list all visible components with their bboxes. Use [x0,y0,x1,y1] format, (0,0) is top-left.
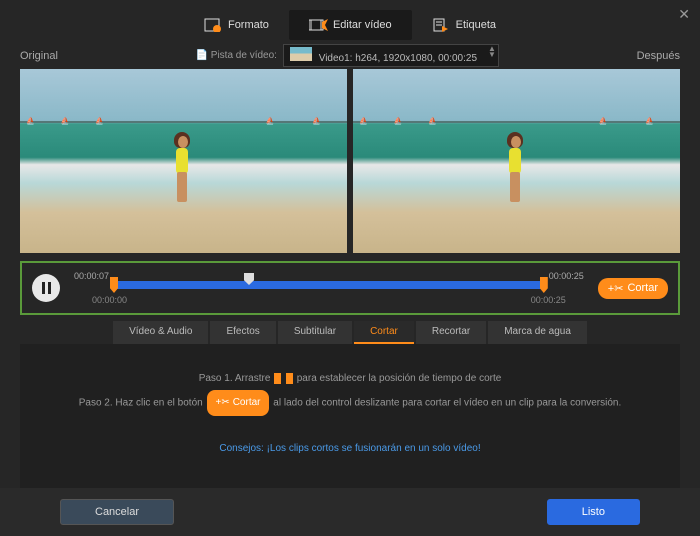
time-end-sel: 00:00:25 [549,271,584,281]
after-label: Después [637,50,680,62]
pause-icon [42,282,51,294]
scissors-icon: +✂ [608,282,624,295]
instructions-panel: Paso 1. Arrastre para establecer la posi… [20,344,680,500]
step2-line: Paso 2. Haz clic en el botón +✂Cortar al… [30,390,670,416]
timeline-panel: 00:00:07 00:00:25 00:00:00 00:00:25 +✂ C… [20,261,680,315]
time-start-sel: 00:00:07 [74,271,109,281]
timeline-track[interactable] [114,281,544,289]
track-dropdown[interactable]: Video1: h264, 1920x1080, 00:00:25 ▲▼ [283,44,499,67]
edit-video-icon [309,18,327,32]
preview-after [353,69,680,253]
original-label: Original [20,50,58,62]
format-icon [204,18,222,32]
step1-line: Paso 1. Arrastre para establecer la posi… [30,368,670,390]
ready-button[interactable]: Listo [547,499,640,525]
tab-cut[interactable]: Cortar [354,321,414,344]
stepper-icon[interactable]: ▲▼ [488,46,496,58]
edit-video-tab-label: Editar vídeo [333,19,392,31]
mode-tabs: Formato Editar vídeo Etiqueta [0,0,700,40]
trim-handle-right[interactable] [540,277,548,293]
time-end: 00:00:25 [531,295,566,305]
inline-cut-button: +✂Cortar [207,390,268,416]
format-tab-label: Formato [228,19,269,31]
tips-text: Consejos: ¡Los clips cortos se fusionará… [30,438,670,460]
track-label: 📄 Pista de vídeo: [196,50,277,61]
tag-tab[interactable]: Etiqueta [412,10,516,40]
edit-subtabs: Vídeo & Audio Efectos Subtitular Cortar … [20,321,680,344]
track-selector: 📄 Pista de vídeo: Video1: h264, 1920x108… [196,44,499,67]
trim-handle-left[interactable] [110,277,118,293]
format-tab[interactable]: Formato [184,10,289,40]
preview-original [20,69,347,253]
tab-crop[interactable]: Recortar [416,321,486,344]
close-icon[interactable]: ✕ [678,6,690,23]
handle-left-icon [274,373,281,384]
footer: Cancelar Listo [0,488,700,536]
timeline[interactable]: 00:00:07 00:00:25 00:00:00 00:00:25 [74,271,584,305]
cut-button-label: Cortar [627,282,658,294]
edit-video-tab[interactable]: Editar vídeo [289,10,412,40]
tab-video-audio[interactable]: Vídeo & Audio [113,321,208,344]
time-start: 00:00:00 [92,295,127,305]
cancel-button[interactable]: Cancelar [60,499,174,525]
tag-icon [432,18,450,32]
tab-effects[interactable]: Efectos [210,321,275,344]
tab-subtitle[interactable]: Subtitular [278,321,352,344]
tab-watermark[interactable]: Marca de agua [488,321,587,344]
tag-tab-label: Etiqueta [456,19,496,31]
track-thumb-icon [290,47,312,61]
scissors-icon: +✂ [215,392,229,414]
cut-button[interactable]: +✂ Cortar [598,278,668,299]
track-value: Video1: h264, 1920x1080, 00:00:25 [319,53,477,64]
handle-right-icon [286,373,293,384]
pause-button[interactable] [32,274,60,302]
